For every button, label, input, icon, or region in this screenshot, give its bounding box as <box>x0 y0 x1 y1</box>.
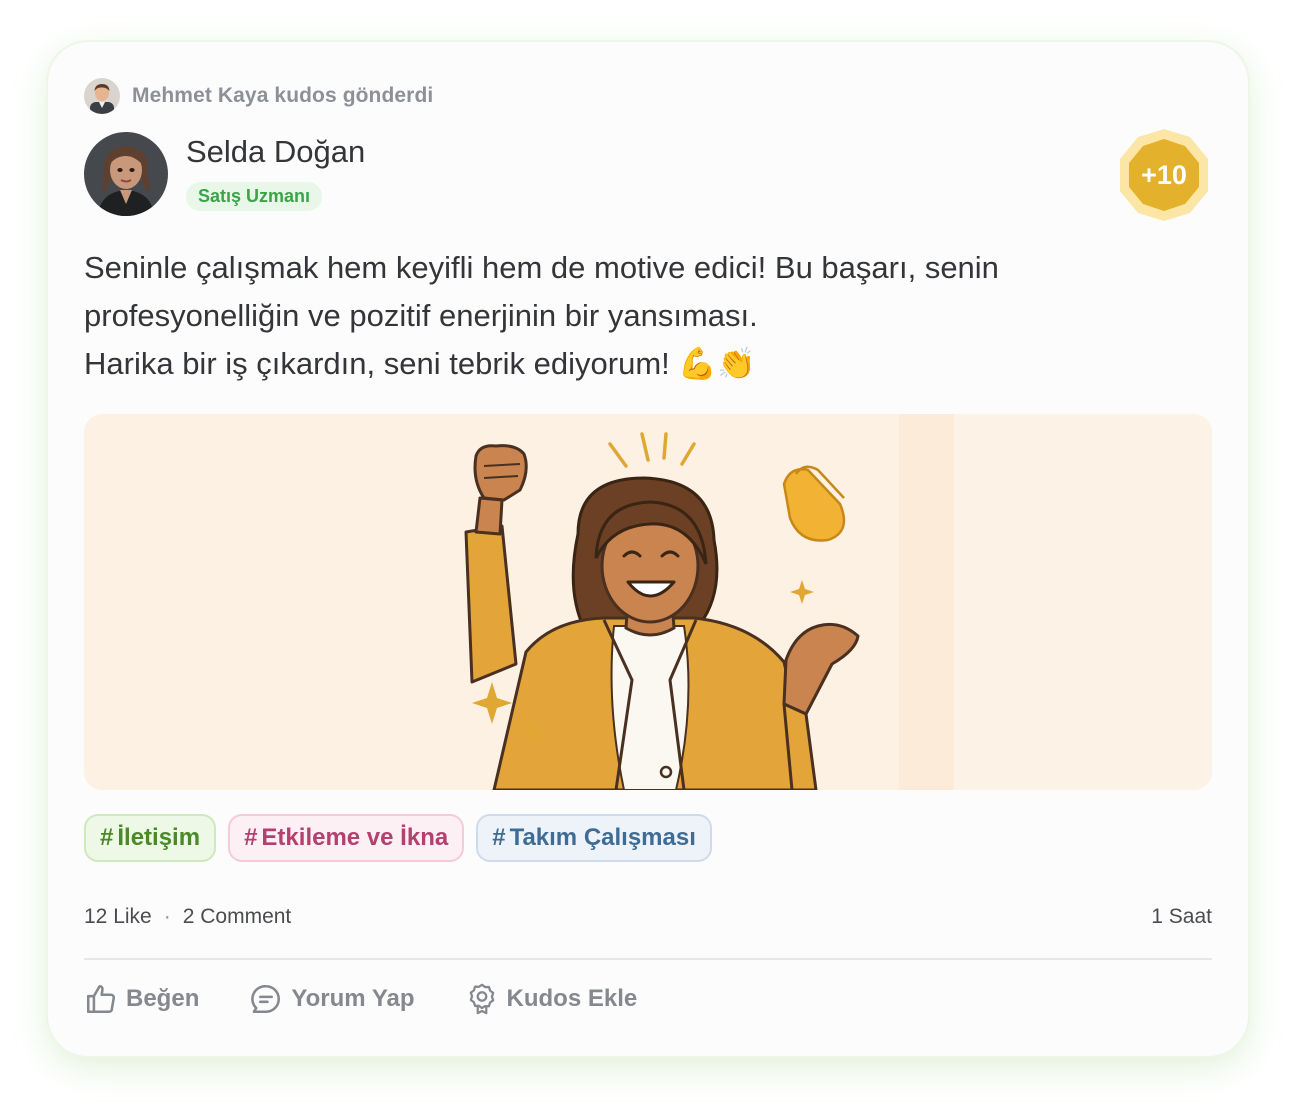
post-stats: 12 Like · 2 Comment 1 Saat <box>84 902 1212 932</box>
sender-avatar[interactable] <box>84 78 120 114</box>
action-bar: Beğen Yorum Yap Kudos Ekle <box>84 982 687 1016</box>
tag-hash: # <box>244 824 258 851</box>
tag-label: İletişim <box>117 824 201 851</box>
thumbs-up-icon <box>86 984 116 1014</box>
message-line-3: Harika bir iş çıkardın, seni tebrik ediy… <box>84 346 756 381</box>
tag-takim-calismasi[interactable]: # Takım Çalışması <box>476 814 712 862</box>
tag-label: Takım Çalışması <box>509 824 696 851</box>
add-kudos-button[interactable]: Kudos Ekle <box>465 982 638 1016</box>
celebration-illustration[interactable] <box>84 414 1212 790</box>
tag-list: # İletişim # Etkileme ve İkna # Takım Ça… <box>84 814 712 862</box>
divider <box>84 958 1212 960</box>
recipient-name[interactable]: Selda Doğan <box>186 128 365 176</box>
recipient-avatar[interactable] <box>84 132 168 216</box>
post-time: 1 Saat <box>1151 905 1212 928</box>
award-badge-icon <box>469 983 494 1015</box>
woman-cheering-illustration <box>464 432 860 790</box>
tag-label: Etkileme ve İkna <box>261 824 449 851</box>
comment-button[interactable]: Yorum Yap <box>249 982 415 1016</box>
kudos-post-card: Mehmet Kaya kudos gönderdi Selda Doğan S… <box>48 42 1248 1056</box>
points-label: +10 <box>1141 160 1187 190</box>
sender-row: Mehmet Kaya kudos gönderdi <box>84 78 433 114</box>
like-label: Beğen <box>126 985 200 1012</box>
points-badge: +10 <box>1116 127 1212 223</box>
tag-hash: # <box>100 824 114 851</box>
like-count[interactable]: 12 Like <box>84 905 152 929</box>
role-badge: Satış Uzmanı <box>186 181 323 211</box>
kudos-label: Kudos Ekle <box>506 985 638 1012</box>
comment-label: Yorum Yap <box>291 985 415 1012</box>
tag-hash: # <box>492 824 506 851</box>
message-line-1: Seninle çalışmak hem keyifli hem de moti… <box>84 250 999 285</box>
kudos-message: Seninle çalışmak hem keyifli hem de moti… <box>84 244 1184 388</box>
recipient-profile: Selda Doğan Satış Uzmanı <box>84 132 365 216</box>
sender-text: Mehmet Kaya kudos gönderdi <box>132 84 434 107</box>
like-button[interactable]: Beğen <box>84 982 199 1016</box>
comment-count[interactable]: 2 Comment <box>183 905 292 929</box>
stats-separator: · <box>163 905 171 928</box>
message-line-2: profesyonelliğin ve pozitif enerjinin bi… <box>84 298 758 333</box>
comment-bubble-icon <box>251 984 281 1014</box>
tag-etkileme-ve-ikna[interactable]: # Etkileme ve İkna <box>228 814 465 862</box>
tag-iletisim[interactable]: # İletişim <box>84 814 217 862</box>
